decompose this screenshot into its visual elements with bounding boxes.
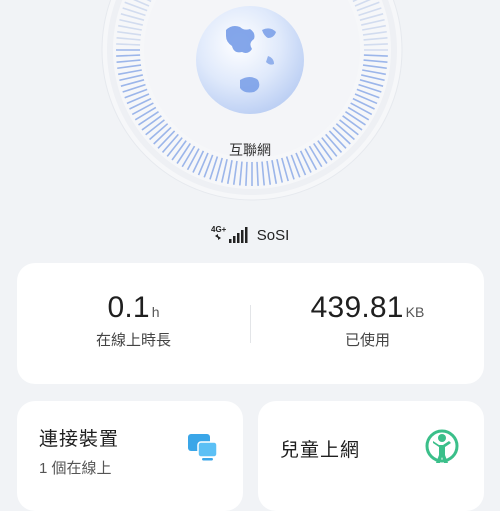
ring-tick: [116, 43, 141, 46]
connected-devices-count: 1 個在線上: [39, 460, 112, 477]
connected-devices-title: 連接裝置: [39, 429, 120, 450]
globe-ring-graphic: [101, 0, 403, 201]
online-duration-unit: h: [151, 304, 160, 320]
globe-icon: [196, 6, 304, 114]
signal-4g-icon: 4G+: [211, 225, 248, 243]
network-type-label: 4G+: [211, 225, 227, 234]
ring-tick: [256, 161, 259, 186]
usage-stats-card[interactable]: 0.1 h 在線上時長 439.81 KB 已使用: [17, 263, 484, 384]
ring-tick: [245, 161, 248, 186]
online-duration-stat: 0.1 h 在線上時長: [17, 291, 250, 350]
ring-tick: [116, 54, 141, 57]
data-used-label: 已使用: [344, 332, 390, 349]
online-duration-value: 0.1: [107, 291, 150, 324]
internet-label: 互聯網: [229, 142, 271, 158]
devices-icon: [188, 434, 218, 461]
ring-tick: [363, 54, 388, 57]
connected-devices-card[interactable]: 連接裝置 1 個在線上: [17, 401, 243, 511]
data-used-value: 439.81: [310, 291, 404, 324]
internet-status-hero[interactable]: 互聯網: [0, 0, 500, 215]
network-status: 4G+ SoSI: [0, 224, 500, 246]
online-duration-label: 在線上時長: [95, 332, 171, 349]
ring-tick: [363, 43, 388, 46]
operator-name: SoSI: [256, 226, 290, 244]
data-used-stat: 439.81 KB 已使用: [251, 291, 484, 350]
data-used-unit: KB: [405, 304, 425, 320]
child-icon: [425, 429, 459, 463]
kids-internet-title: 兒童上網: [280, 440, 361, 461]
kids-internet-card[interactable]: 兒童上網: [258, 401, 484, 511]
